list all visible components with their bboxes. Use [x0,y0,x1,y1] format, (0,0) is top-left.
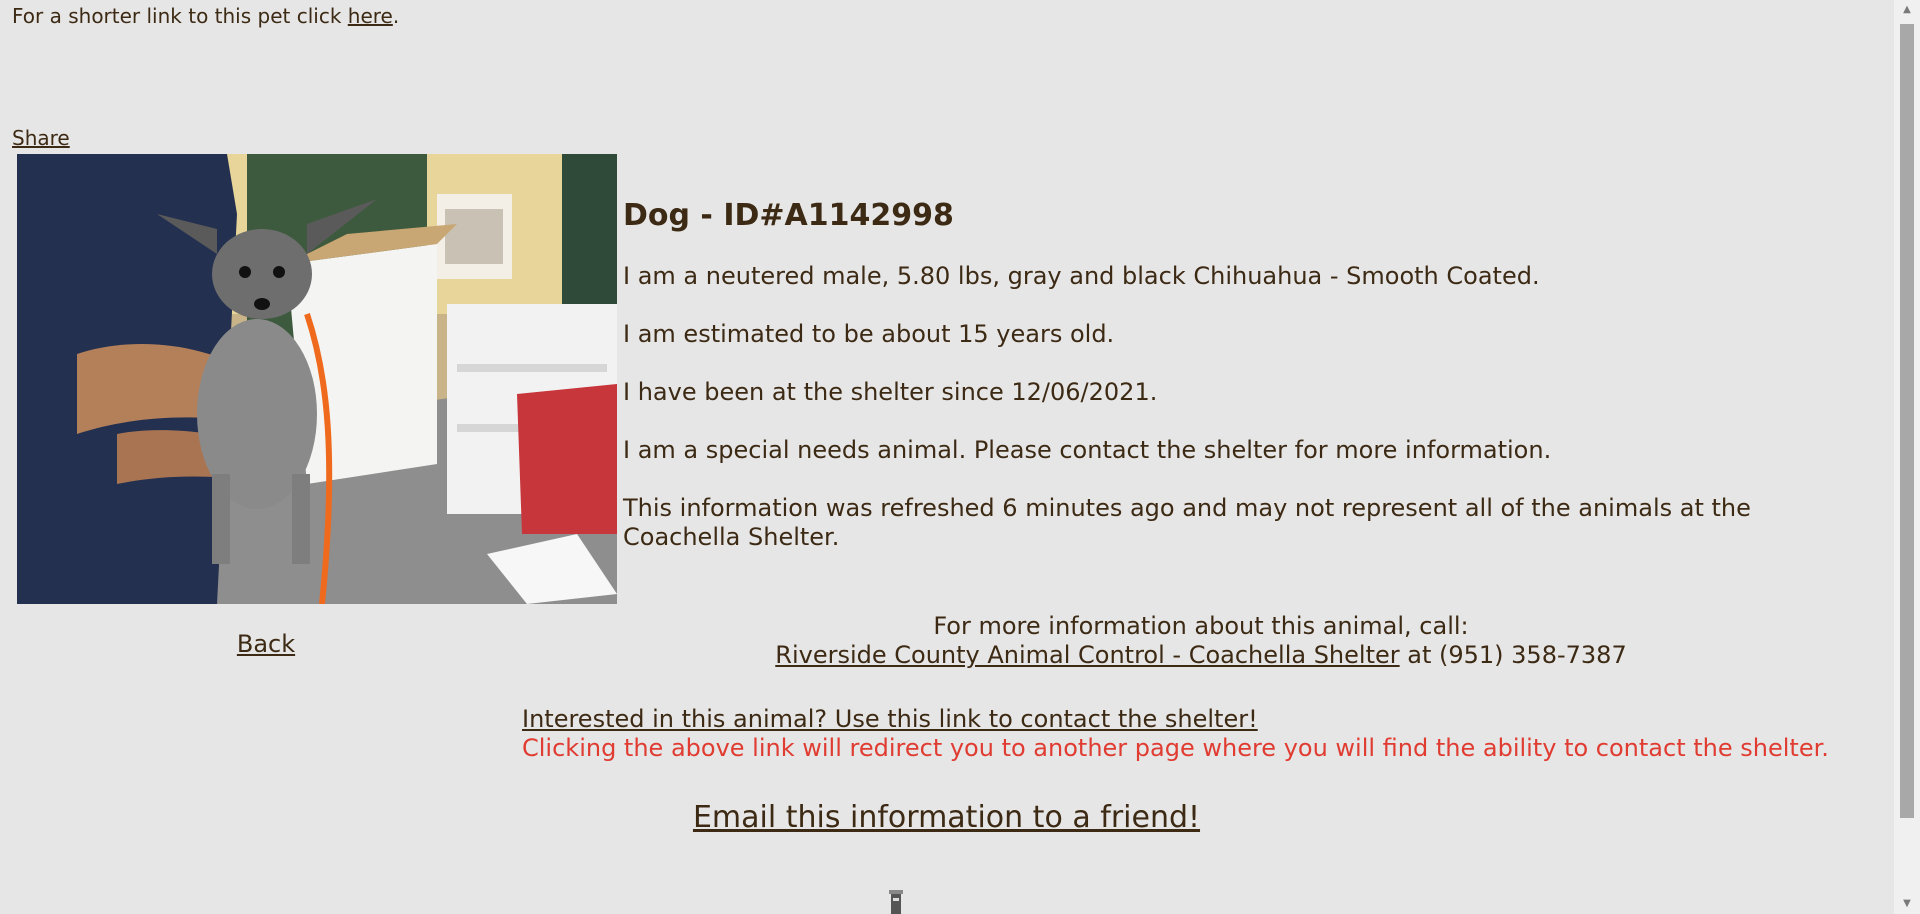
scroll-up-arrow-icon[interactable]: ▲ [1894,0,1920,20]
short-link-here[interactable]: here [348,4,393,28]
scroll-down-arrow-icon[interactable]: ▼ [1894,894,1920,914]
short-link-line: For a shorter link to this pet click her… [12,4,399,28]
pet-photo [17,154,617,604]
vertical-scrollbar[interactable]: ▲ ▼ [1894,0,1920,914]
animal-info: Dog - ID#A1142998 I am a neutered male, … [623,196,1823,581]
back-link[interactable]: Back [17,630,515,658]
email-friend-link[interactable]: Email this information to a friend! [693,800,1200,835]
redirect-note: Clicking the above link will redirect yo… [522,734,1829,762]
contact-call: For more information about this animal, … [623,612,1779,670]
scroll-thumb[interactable] [1900,24,1914,818]
interested-block: Interested in this animal? Use this link… [522,705,1829,763]
shelter-name-link[interactable]: Riverside County Animal Control - Coache… [775,641,1399,669]
short-link-text: For a shorter link to this pet click [12,4,348,28]
pet-detail-page: For a shorter link to this pet click her… [0,0,1894,914]
share-link[interactable]: Share [12,126,70,150]
call-line: Riverside County Animal Control - Coache… [623,641,1779,670]
animal-special-needs: I am a special needs animal. Please cont… [623,436,1552,464]
partial-icon [888,888,904,914]
animal-shelter-since: I have been at the shelter since 12/06/2… [623,378,1158,406]
email-block: Email this information to a friend! [520,798,1373,838]
short-link-suffix: . [392,4,400,28]
call-prefix: For more information about this animal, … [933,612,1469,640]
animal-age: I am estimated to be about 15 years old. [623,320,1115,348]
contact-shelter-link[interactable]: Interested in this animal? Use this link… [522,705,1258,733]
animal-title: Dog - ID#A1142998 [623,198,954,233]
animal-description: I am a neutered male, 5.80 lbs, gray and… [623,262,1540,290]
shelter-phone: at (951) 358-7387 [1399,641,1627,669]
refresh-note: This information was refreshed 6 minutes… [623,494,1751,551]
pet-photo-image [17,154,617,604]
